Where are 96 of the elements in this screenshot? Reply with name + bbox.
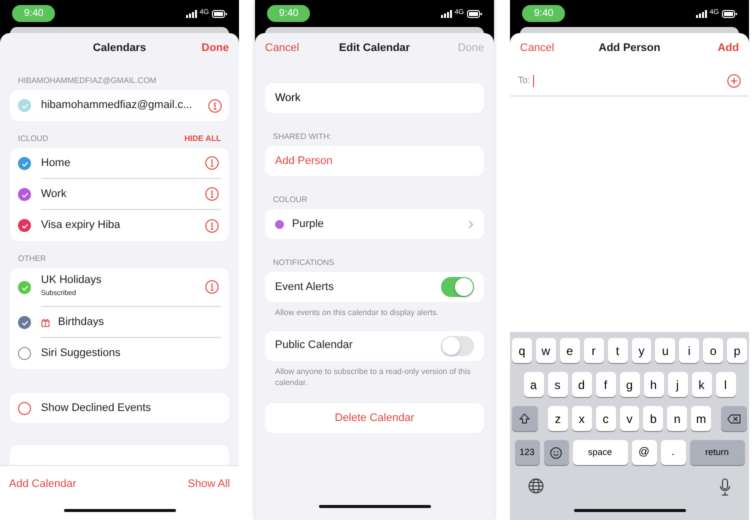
keyboard-key[interactable]: e: [560, 338, 580, 363]
keyboard-key[interactable]: i: [679, 338, 700, 363]
toggle-label: Public Calendar: [275, 338, 353, 354]
calendar-name[interactable]: Work: [41, 186, 66, 202]
signal-icon: [696, 10, 707, 18]
keyboard-key[interactable]: r: [584, 338, 604, 363]
microphone-icon[interactable]: [719, 478, 731, 496]
checkmark-circle[interactable]: [18, 316, 31, 329]
keyboard-key[interactable]: d: [572, 372, 592, 397]
keyboard-key[interactable]: b: [643, 406, 664, 431]
time-pill: 9:40: [522, 5, 566, 22]
backspace-icon: [727, 414, 742, 424]
keyboard-key[interactable]: w: [536, 338, 556, 363]
return-key[interactable]: return: [690, 440, 744, 465]
screen-title: Edit Calendar: [339, 42, 410, 54]
calendar-name[interactable]: Visa expiry Hiba: [41, 217, 120, 234]
colour-label: Purple: [292, 216, 325, 232]
keyboard-key[interactable]: a: [524, 372, 544, 397]
screen-title: Add Person: [598, 42, 660, 54]
keyboard-key[interactable]: t: [608, 338, 628, 363]
at-key[interactable]: @: [632, 440, 656, 465]
keyboard-key[interactable]: s: [548, 372, 568, 397]
show-all-button[interactable]: Show All: [188, 476, 230, 492]
cancel-button[interactable]: Cancel: [265, 40, 300, 56]
signal-icon: [186, 10, 197, 18]
keyboard-key[interactable]: o: [703, 338, 724, 363]
keyboard-key[interactable]: c: [596, 406, 616, 431]
checkmark-circle[interactable]: [18, 157, 31, 170]
keyboard-key[interactable]: p: [727, 338, 748, 363]
section-header: OTHER: [18, 253, 46, 265]
checkmark-circle[interactable]: [18, 99, 31, 112]
calendar-name[interactable]: Birthdays: [58, 314, 104, 330]
helper-text: Allow anyone to subscribe to a read-only version of this calendar.: [274, 366, 472, 389]
text-cursor: [533, 75, 534, 87]
section-header: SHARED WITH:: [273, 131, 332, 143]
backspace-key[interactable]: [721, 406, 747, 431]
cancel-button[interactable]: Cancel: [520, 40, 554, 56]
keyboard-key[interactable]: y: [632, 338, 652, 363]
keyboard-key[interactable]: h: [644, 372, 664, 397]
calendar-name[interactable]: Siri Suggestions: [41, 345, 120, 362]
helper-text: Allow events on this calendar to display alerts.: [274, 307, 440, 319]
checkmark-circle[interactable]: [18, 281, 31, 294]
period-key[interactable]: .: [660, 440, 686, 465]
show-declined-label[interactable]: Show Declined Events: [41, 400, 152, 416]
keyboard-key[interactable]: u: [655, 338, 676, 363]
keyboard-key[interactable]: v: [620, 406, 640, 431]
add-person-button[interactable]: Add Person: [265, 146, 484, 176]
checkmark-circle[interactable]: [18, 219, 31, 232]
toggle-switch[interactable]: [441, 277, 474, 297]
shift-icon: [519, 413, 530, 424]
delete-calendar-button[interactable]: Delete Calendar: [265, 402, 484, 433]
keyboard-key[interactable]: q: [512, 338, 532, 363]
time-pill: 9:40: [12, 5, 56, 22]
numbers-key[interactable]: 123: [514, 440, 540, 465]
battery-icon: [722, 10, 737, 18]
checkmark-circle[interactable]: [18, 402, 31, 414]
toggle-label: Event Alerts: [275, 280, 334, 295]
keyboard-key[interactable]: m: [691, 406, 712, 431]
section-header: NOTIFICATIONS: [273, 257, 334, 269]
time-pill: 9:40: [267, 5, 310, 22]
calendar-name[interactable]: Home: [41, 154, 70, 172]
gift-icon: [41, 318, 50, 326]
battery-icon: [467, 10, 482, 18]
add-circle-icon[interactable]: [727, 74, 741, 88]
emoji-key[interactable]: [544, 440, 568, 465]
section-header: HIBAMOHAMMEDFIAZ@GMAIL.COM: [18, 75, 156, 87]
signal-icon: [440, 10, 452, 18]
done-button[interactable]: Add: [718, 40, 739, 56]
emoji-icon: [550, 446, 562, 458]
keyboard-key[interactable]: x: [572, 406, 592, 431]
checkmark-circle[interactable]: [18, 188, 31, 201]
globe-icon[interactable]: [528, 478, 544, 494]
space-key[interactable]: space: [572, 440, 628, 465]
keyboard-key[interactable]: z: [548, 406, 568, 431]
add-calendar-button[interactable]: Add Calendar: [9, 476, 76, 492]
name-field[interactable]: Work: [265, 83, 484, 113]
battery-icon: [212, 10, 227, 18]
keyboard-key[interactable]: k: [692, 372, 712, 397]
checkmark-circle[interactable]: [18, 347, 31, 360]
to-label: To:: [518, 74, 530, 88]
section-header: ICLOUD: [18, 133, 48, 145]
keyboard-key[interactable]: f: [596, 372, 616, 397]
hide-all-link[interactable]: HIDE ALL: [184, 133, 221, 145]
screen-title: Calendars: [92, 42, 146, 54]
keyboard-key[interactable]: j: [668, 372, 688, 397]
chevron-right-icon: [468, 220, 474, 228]
section-header: COLOUR: [273, 194, 308, 206]
calendar-name[interactable]: hibamohammedfiaz@gmail.c...: [41, 97, 192, 114]
colour-row[interactable]: Purple: [265, 209, 484, 239]
keyboard-key[interactable]: l: [716, 372, 736, 397]
keyboard-key[interactable]: g: [620, 372, 640, 397]
done-button[interactable]: Done: [202, 40, 229, 56]
shift-key[interactable]: [512, 406, 538, 431]
calendar-name[interactable]: UK Holidays: [41, 272, 102, 288]
toggle-switch[interactable]: [441, 336, 474, 356]
keyboard-key[interactable]: n: [667, 406, 688, 431]
